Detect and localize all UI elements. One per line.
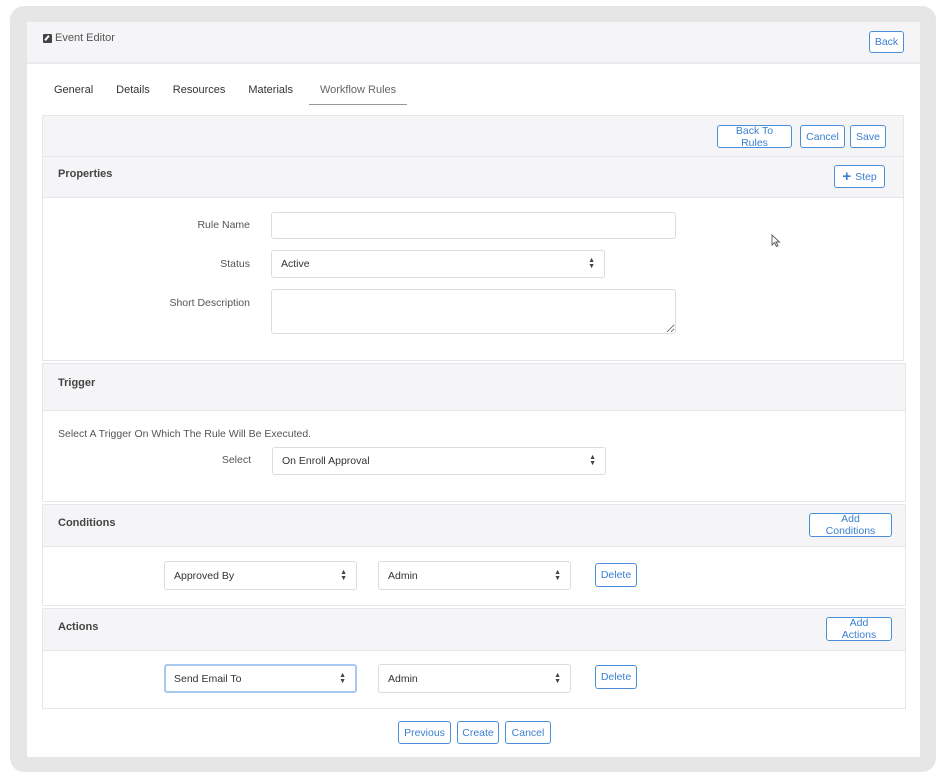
add-conditions-button[interactable]: Add Conditions [809, 513, 892, 537]
add-actions-button[interactable]: Add Actions [826, 617, 892, 641]
tab-bar: General Details Resources Materials Work… [47, 82, 416, 105]
actions-title: Actions [58, 621, 99, 633]
condition-value-select[interactable]: Admin ▲ ▼ [378, 561, 571, 590]
action-value-select[interactable]: Admin ▲ ▼ [378, 664, 571, 693]
plus-icon: + [842, 167, 852, 185]
toolbar-cancel-button[interactable]: Cancel [800, 125, 845, 148]
status-value: Active [281, 258, 310, 270]
trigger-select-label: Select [221, 454, 251, 466]
actions-panel: Actions Add Actions Send Email To ▲ ▼ Adm… [42, 608, 906, 709]
previous-button[interactable]: Previous [398, 721, 451, 744]
tab-resources[interactable]: Resources [166, 82, 233, 105]
properties-panel: Properties + Step Rule Name Status Activ… [42, 156, 904, 361]
condition-field-select[interactable]: Approved By ▲ ▼ [164, 561, 357, 590]
conditions-title: Conditions [58, 517, 116, 529]
trigger-select[interactable]: On Enroll Approval ▲ ▼ [272, 447, 606, 475]
select-caret-icon: ▲ ▼ [339, 671, 346, 685]
short-description-label: Short Description [169, 297, 250, 309]
footer-cancel-button[interactable]: Cancel [505, 721, 551, 744]
select-caret-icon: ▲ ▼ [589, 454, 596, 467]
action-field-value: Send Email To [174, 672, 242, 685]
condition-field-value: Approved By [174, 569, 235, 582]
save-button[interactable]: Save [850, 125, 886, 148]
status-select[interactable]: Active ▲ ▼ [271, 250, 605, 278]
properties-header: Properties + Step [43, 157, 903, 198]
tab-general[interactable]: General [47, 82, 100, 105]
delete-action-button[interactable]: Delete [595, 665, 637, 689]
create-button[interactable]: Create [457, 721, 499, 744]
top-bar: Event Editor Back [27, 22, 920, 64]
select-caret-icon: ▲ ▼ [554, 671, 561, 685]
conditions-panel: Conditions Add Conditions Approved By ▲ ▼… [42, 504, 906, 606]
trigger-help-text: Select A Trigger On Which The Rule Will … [58, 428, 312, 440]
add-step-button[interactable]: + Step [834, 165, 885, 188]
select-caret-icon: ▲ ▼ [554, 568, 561, 582]
back-button[interactable]: Back [869, 31, 904, 53]
rule-name-label: Rule Name [197, 219, 250, 231]
add-step-label: Step [855, 170, 877, 183]
rule-toolbar: Back To Rules Cancel Save [42, 115, 904, 157]
select-caret-icon: ▲ ▼ [340, 568, 347, 582]
event-editor-window: Event Editor Back General Details Resour… [27, 22, 920, 757]
select-caret-icon: ▲ ▼ [588, 257, 595, 270]
trigger-panel: Trigger Select A Trigger On Which The Ru… [42, 363, 906, 502]
back-to-rules-button[interactable]: Back To Rules [717, 125, 792, 149]
delete-condition-button[interactable]: Delete [595, 563, 637, 587]
window-title: Event Editor [43, 32, 115, 44]
actions-header: Actions Add Actions [43, 609, 905, 651]
window-title-text: Event Editor [55, 32, 115, 44]
mouse-cursor-icon [771, 234, 781, 248]
rule-name-input[interactable] [271, 212, 676, 239]
trigger-header: Trigger [43, 364, 905, 411]
short-description-textarea[interactable] [271, 289, 676, 334]
tab-details[interactable]: Details [109, 82, 157, 105]
edit-icon [43, 33, 52, 43]
status-label: Status [220, 258, 250, 270]
condition-value: Admin [388, 569, 418, 582]
action-field-select[interactable]: Send Email To ▲ ▼ [164, 664, 357, 693]
trigger-select-value: On Enroll Approval [282, 455, 370, 467]
conditions-header: Conditions Add Conditions [43, 505, 905, 547]
tab-workflow-rules[interactable]: Workflow Rules [308, 82, 408, 105]
trigger-title: Trigger [58, 377, 96, 389]
action-value: Admin [388, 672, 418, 685]
properties-title: Properties [58, 168, 113, 180]
tab-materials[interactable]: Materials [241, 82, 300, 105]
